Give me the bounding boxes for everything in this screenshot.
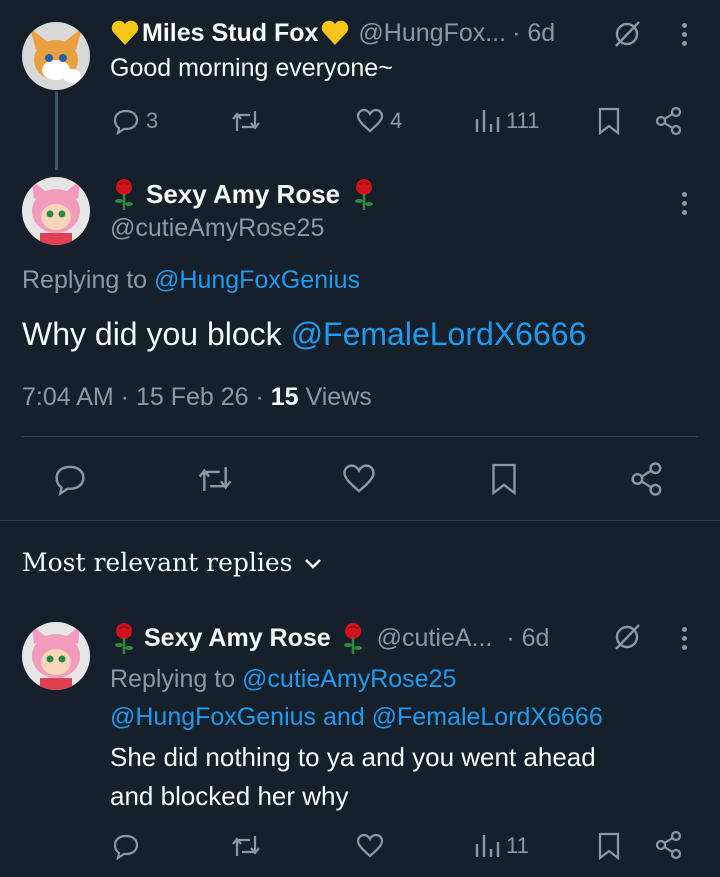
views-icon [474,832,500,860]
replying-mention[interactable]: @FemaleLordX6666 [372,703,603,731]
replying-and[interactable]: and [323,703,365,731]
avatar-amy[interactable] [22,177,90,245]
yellow-heart-icon [320,19,350,47]
reply-icon[interactable] [112,832,140,865]
tweet2-meta: 7:04 AM · 15 Feb 26 · 15 Views [22,383,372,412]
reply-icon [112,107,140,135]
tweet2-text: Why did you block @FemaleLordX6666 [22,316,586,353]
tweet2-text-mention[interactable]: @FemaleLordX6666 [291,316,587,352]
rose-icon [350,177,378,211]
reply-count: 3 [146,108,159,133]
replying-mention[interactable]: @HungFoxGenius [110,703,316,731]
like-count: 4 [390,108,403,133]
rose-icon [110,177,138,211]
views-button[interactable]: 11 [474,832,529,860]
more-options-icon[interactable] [682,627,688,654]
replying-prefix: Replying to [110,665,236,693]
bookmark-icon[interactable] [597,107,621,140]
replying-mention[interactable]: @HungFoxGenius [154,266,360,294]
replies-sort-dropdown[interactable]: Most relevant replies [22,548,323,577]
tweet1-text: Good morning everyone~ [110,54,393,82]
tweet1-timestamp[interactable]: · 6d [512,19,555,48]
tweet2-name-row: Sexy Amy Rose [110,176,378,212]
tweet2-text-body: Why did you block [22,316,282,352]
tweet1-header: Miles Stud Fox @HungFox... · 6d [110,16,555,50]
grok-icon[interactable] [612,19,642,54]
rose-icon [339,621,367,655]
share-icon[interactable] [630,461,664,502]
share-icon[interactable] [655,830,683,865]
chevron-down-icon [303,548,323,577]
retweet-icon [230,107,262,135]
heart-icon [356,107,384,135]
tweet2-handle[interactable]: @cutieAmyRose25 [110,214,324,243]
more-options-icon[interactable] [682,192,688,219]
heart-icon[interactable] [356,832,384,865]
views-count: 111 [506,108,540,133]
like-button[interactable]: 4 [356,107,402,135]
bookmark-icon[interactable] [597,832,621,865]
tweet2-replying-to: Replying to @HungFoxGenius [22,266,360,295]
tweet2-author-name[interactable]: Sexy Amy Rose [146,179,340,210]
reply1-timestamp[interactable]: · 6d [506,624,549,653]
replies-sort-label: Most relevant replies [22,548,293,577]
tweet1-author-name[interactable]: Miles Stud Fox [142,19,318,48]
reply1-handle[interactable]: @cutieA... [377,624,493,653]
reply1-text: She did nothing to ya and you went ahead… [110,738,596,816]
more-options-icon[interactable] [682,23,688,50]
yellow-heart-icon [110,19,140,47]
retweet-button[interactable] [230,107,262,135]
divider [22,436,698,437]
thread-line [55,92,58,170]
reply1-text-line: She did nothing to ya and you went ahead [110,742,596,772]
views-count: 11 [506,833,529,858]
tweet2-views-count: 15 [270,383,299,411]
reply1-header: Sexy Amy Rose @cutieA... · 6d [110,620,549,656]
grok-icon[interactable] [612,622,642,657]
tweet2-timestamp[interactable]: 7:04 AM · 15 Feb 26 · [22,383,264,411]
reply1-author-name[interactable]: Sexy Amy Rose [144,624,331,653]
retweet-icon[interactable] [196,462,234,501]
avatar-miles[interactable] [22,22,90,90]
reply-icon[interactable] [53,462,87,501]
reply-button[interactable]: 3 [112,107,158,135]
avatar-amy[interactable] [22,622,90,690]
replying-mention[interactable]: @cutieAmyRose25 [242,665,456,693]
views-button[interactable]: 111 [474,107,539,135]
views-icon [474,107,500,135]
divider [0,520,720,521]
replying-prefix: Replying to [22,266,148,294]
tweet2-views-label: Views [305,383,372,411]
tweet1-handle[interactable]: @HungFox... [358,19,506,48]
retweet-icon[interactable] [230,832,262,865]
rose-icon [110,621,138,655]
bookmark-icon[interactable] [490,462,518,501]
reply1-replying-to: Replying to @cutieAmyRose25 @HungFoxGeni… [110,660,603,736]
share-icon[interactable] [655,106,683,141]
reply1-text-line: and blocked her why [110,781,349,811]
heart-icon[interactable] [342,462,376,501]
